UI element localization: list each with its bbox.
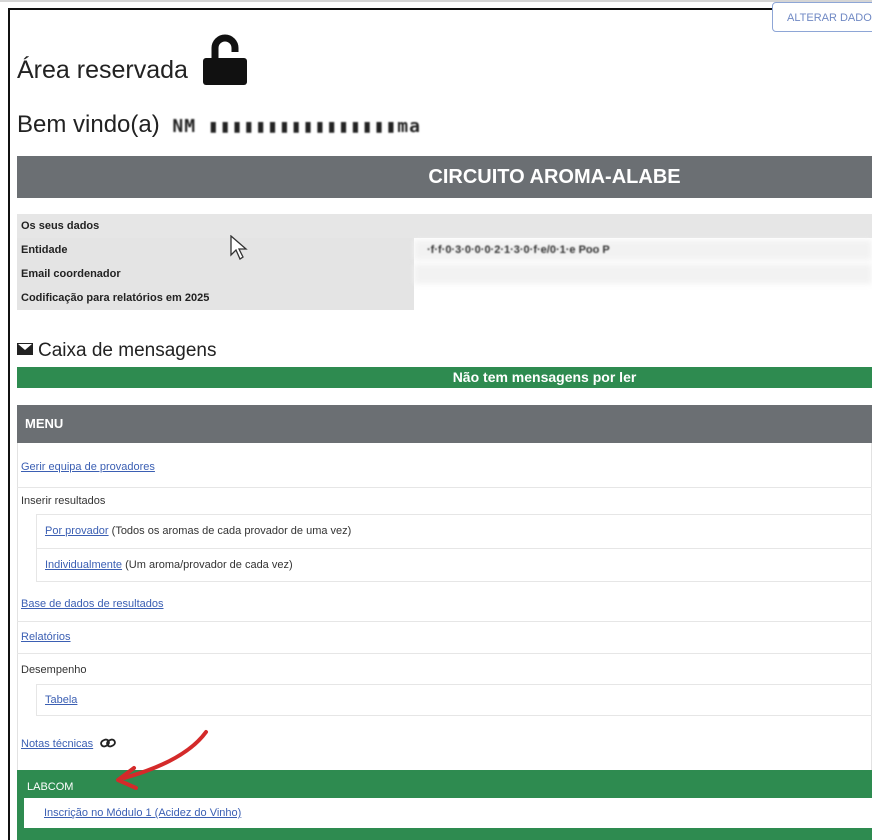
welcome-label: Bem vindo(a) <box>17 111 160 138</box>
individualmente-link[interactable]: Individualmente <box>45 559 122 571</box>
tabela-link[interactable]: Tabela <box>45 694 77 706</box>
alter-data-button[interactable]: ALTERAR DADOS <box>772 2 872 32</box>
menu-item-inserir: Inserir resultados <box>17 488 872 514</box>
labcom-item: Inscrição no Módulo 1 (Acidez do Vinho) <box>24 798 872 828</box>
data-row-codificacao: Codificação para relatórios em 2025 <box>17 286 872 310</box>
messages-status-bar: Não tem mensagens por ler <box>17 367 872 388</box>
labcom-title: LABCOM <box>27 781 74 793</box>
messages-title: Caixa de mensagens <box>17 340 217 362</box>
menu-item-base-dados: Base de dados de resultados <box>17 588 872 622</box>
gerir-equipa-link[interactable]: Gerir equipa de provadores <box>21 461 155 473</box>
menu-item-relatorios: Relatórios <box>17 622 872 654</box>
submenu-item-por-provador: Por provador (Todos os aromas de cada pr… <box>36 514 872 548</box>
user-name: NM ▮▮▮▮▮▮▮▮▮▮▮▮▮▮▮▮ma <box>172 116 421 137</box>
unlocked-lock-icon <box>203 34 247 85</box>
page-title: Área reservada <box>17 56 188 84</box>
circuit-banner: CIRCUITO AROMA-ALABE <box>17 156 872 198</box>
submenu-item-tabela: Tabela <box>36 684 872 716</box>
menu-item-desempenho: Desempenho <box>17 656 872 684</box>
circuit-title: CIRCUITO AROMA-ALABE <box>428 166 681 188</box>
data-row-entidade: Entidade ·f·f·0·3·0·0·0·2·1·3·0·f·e/0·1·… <box>17 238 872 262</box>
user-data-table: Os seus dados Entidade ·f·f·0·3·0·0·0·2·… <box>17 214 872 310</box>
inscricao-modulo-link[interactable]: Inscrição no Módulo 1 (Acidez do Vinho) <box>44 807 241 819</box>
messages-status: Não tem mensagens por ler <box>452 369 637 385</box>
annotation-arrow-icon <box>116 730 208 790</box>
window-left-border <box>8 8 10 840</box>
inserir-resultados-label: Inserir resultados <box>21 495 106 507</box>
individualmente-note: (Um aroma/provador de cada vez) <box>125 559 293 571</box>
welcome-message: Bem vindo(a) NM ▮▮▮▮▮▮▮▮▮▮▮▮▮▮▮▮ma <box>17 111 421 139</box>
base-dados-link[interactable]: Base de dados de resultados <box>21 598 164 610</box>
por-provador-note: (Todos os aromas de cada provador de uma… <box>111 525 352 537</box>
entidade-value: ·f·f·0·3·0·0·0·2·1·3·0·f·e/0·1·e Poo P <box>427 244 610 256</box>
envelope-icon <box>17 343 33 355</box>
menu-header: MENU <box>17 405 872 443</box>
top-edge <box>0 0 872 2</box>
menu-item-gerir: Gerir equipa de provadores <box>17 448 872 488</box>
entidade-label: Entidade <box>21 244 68 256</box>
submenu-item-individual: Individualmente (Um aroma/provador de ca… <box>36 548 872 582</box>
data-heading: Os seus dados <box>21 220 100 232</box>
messages-title-text: Caixa de mensagens <box>38 340 217 361</box>
data-row-email: Email coordenador <box>17 262 872 286</box>
email-label: Email coordenador <box>21 268 121 280</box>
mouse-cursor-icon <box>230 235 248 260</box>
notas-tecnicas-link[interactable]: Notas técnicas <box>21 738 93 750</box>
window-top-border <box>8 8 872 10</box>
codificacao-label: Codificação para relatórios em 2025 <box>21 292 210 304</box>
data-heading-row: Os seus dados <box>17 214 872 238</box>
por-provador-link[interactable]: Por provador <box>45 525 109 537</box>
desempenho-label: Desempenho <box>21 664 87 676</box>
relatorios-link[interactable]: Relatórios <box>21 631 71 643</box>
